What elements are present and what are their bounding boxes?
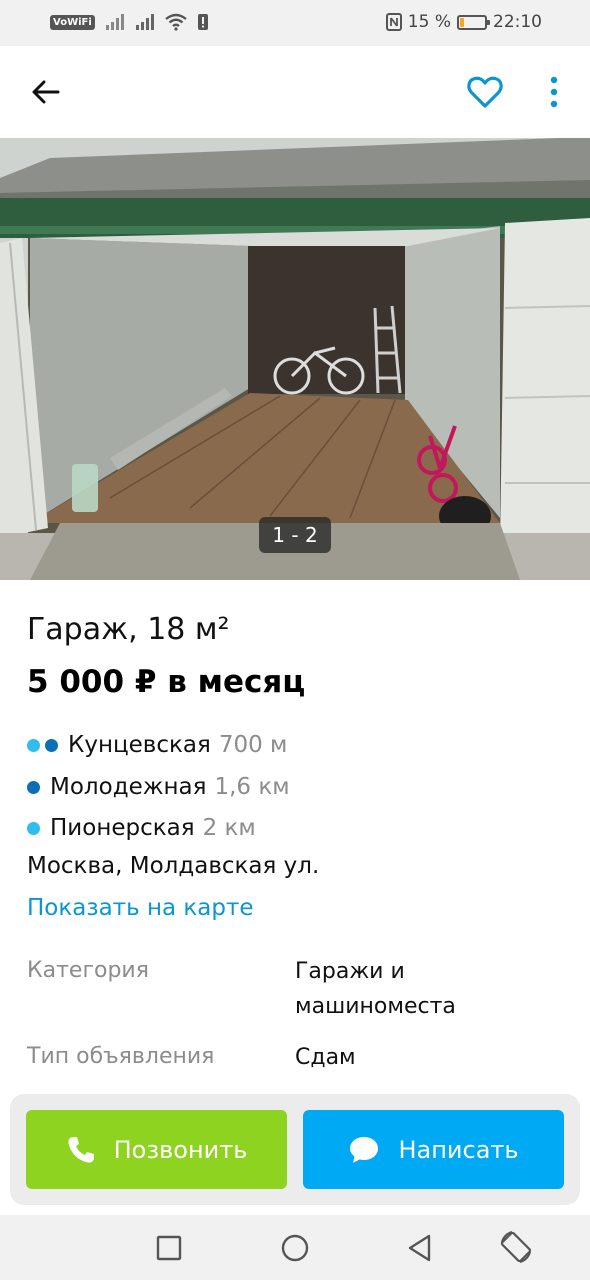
metro-station-name: Пионерская bbox=[50, 815, 195, 841]
circle-icon[interactable] bbox=[280, 1233, 310, 1263]
listing-price: 5 000 ₽ в месяц bbox=[27, 664, 306, 700]
address: Москва, Молдавская ул. bbox=[27, 853, 320, 879]
param-category-label: Категория bbox=[27, 958, 149, 983]
metro-line-dot bbox=[27, 821, 40, 835]
message-button-label: Написать bbox=[398, 1135, 519, 1164]
battery-percent: 15 % bbox=[407, 12, 451, 32]
wifi-icon bbox=[165, 13, 187, 31]
photo-counter: 1 - 2 bbox=[259, 517, 331, 553]
arrow-left-icon[interactable] bbox=[28, 74, 64, 110]
alert-icon bbox=[197, 14, 208, 30]
metro-station-name: Молодежная bbox=[50, 774, 207, 800]
square-icon[interactable] bbox=[155, 1234, 183, 1262]
status-icons-right: 15 % 22:10 bbox=[385, 12, 542, 32]
phone-icon bbox=[68, 1136, 94, 1163]
heart-outline-icon[interactable] bbox=[466, 74, 504, 110]
param-type-value: Сдам bbox=[295, 1045, 356, 1070]
triangle-back-icon[interactable] bbox=[405, 1233, 435, 1263]
param-category-value: Гаражи и машиноместа bbox=[295, 959, 456, 1019]
status-bar: VoWiFi 15 % 22:10 bbox=[0, 0, 590, 46]
metro-station: Молодежная 1,6 км bbox=[27, 774, 290, 800]
param-type-label: Тип объявления bbox=[27, 1044, 215, 1069]
signal-icon-2 bbox=[135, 14, 154, 30]
metro-line-dot bbox=[27, 780, 40, 794]
metro-line-dot bbox=[27, 738, 40, 752]
clock: 22:10 bbox=[493, 12, 542, 32]
nfc-icon bbox=[385, 13, 402, 31]
action-bar: Позвонить Написать bbox=[10, 1094, 580, 1205]
more-vertical-icon[interactable] bbox=[540, 74, 568, 110]
call-button[interactable]: Позвонить bbox=[26, 1110, 287, 1189]
photo-gallery[interactable]: 1 - 2 bbox=[0, 138, 590, 580]
vowifi-icon: VoWiFi bbox=[50, 14, 95, 30]
metro-distance: 1,6 км bbox=[214, 774, 290, 800]
message-button[interactable]: Написать bbox=[303, 1110, 564, 1189]
status-icons-left: VoWiFi bbox=[50, 13, 209, 31]
metro-line-dot bbox=[45, 738, 58, 752]
metro-distance: 700 м bbox=[218, 732, 288, 758]
battery-level bbox=[460, 17, 464, 27]
app-bar bbox=[0, 46, 590, 138]
metro-station-name: Кунцевская bbox=[68, 732, 211, 758]
battery-icon bbox=[457, 14, 490, 30]
metro-station: Кунцевская 700 м bbox=[27, 732, 287, 758]
chat-bubble-icon bbox=[350, 1136, 379, 1163]
garage-photo bbox=[0, 138, 590, 580]
metro-station: Пионерская 2 км bbox=[27, 815, 256, 841]
listing-title: Гараж, 18 м² bbox=[27, 612, 230, 647]
metro-distance: 2 км bbox=[202, 815, 256, 841]
system-nav-bar bbox=[0, 1215, 590, 1280]
rotate-icon[interactable] bbox=[498, 1228, 534, 1266]
show-on-map-link[interactable]: Показать на карте bbox=[27, 895, 254, 921]
call-button-label: Позвонить bbox=[113, 1135, 248, 1164]
signal-icon bbox=[105, 14, 124, 30]
